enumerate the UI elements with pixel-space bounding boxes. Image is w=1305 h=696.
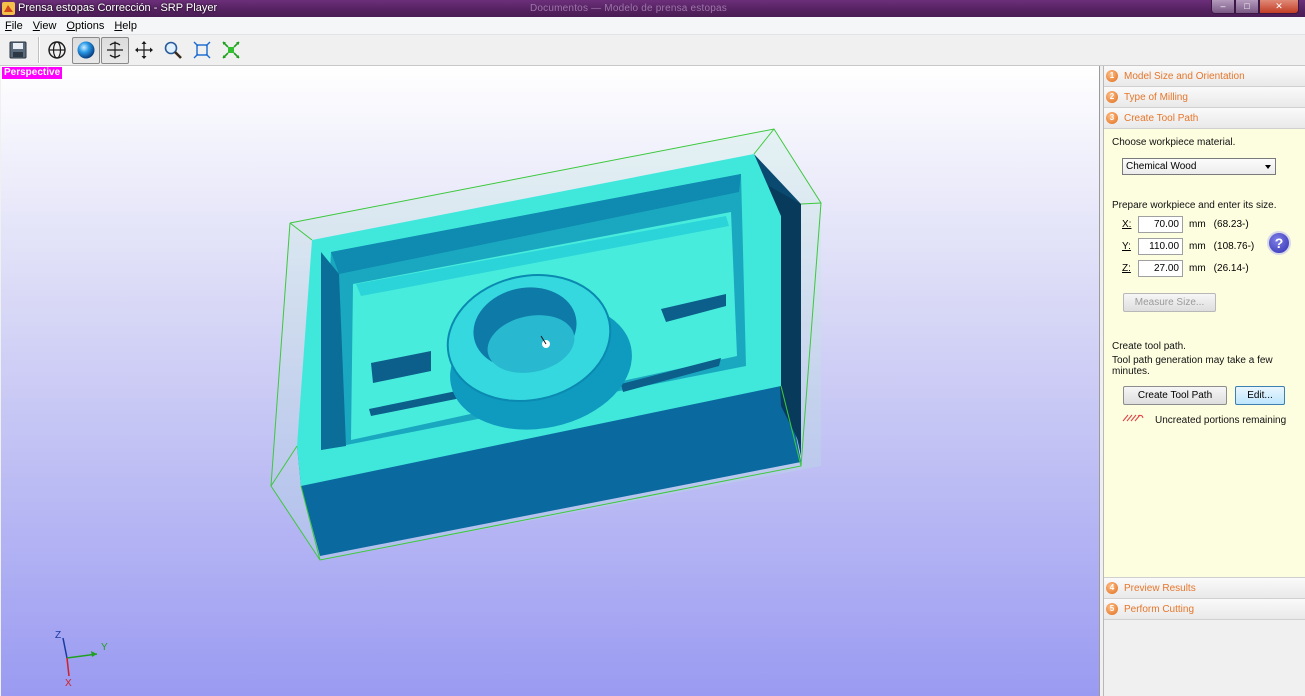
triad-z-label: Z <box>55 630 61 641</box>
axis-label: X: <box>1122 218 1132 230</box>
size-row-z: Z: 27.00 mm (26.14-) <box>1122 259 1249 277</box>
fit-icon <box>193 41 211 59</box>
size-prompt: Prepare workpiece and enter its size. <box>1112 200 1277 211</box>
step-preview-results[interactable]: 4 Preview Results <box>1104 578 1305 599</box>
step-label: Type of Milling <box>1124 91 1188 103</box>
help-icon[interactable]: ? <box>1267 231 1291 255</box>
legend-text: Uncreated portions remaining <box>1155 415 1287 426</box>
step-type-of-milling[interactable]: 2 Type of Milling <box>1104 87 1305 108</box>
step-number-badge: 4 <box>1106 582 1118 594</box>
triad-y-label: Y <box>101 642 108 653</box>
pan-icon <box>135 41 153 59</box>
size-y-input[interactable]: 110.00 <box>1138 237 1183 255</box>
window-ghost-title: Documentos — Modelo de prensa estopas <box>530 3 727 14</box>
menu-view[interactable]: View <box>32 20 58 32</box>
toolbar-separator <box>38 37 40 63</box>
step-number-badge: 3 <box>1106 112 1118 124</box>
toolbar <box>0 35 1305 66</box>
save-icon <box>9 41 27 59</box>
zoom-extents-icon <box>222 41 240 59</box>
rotate-button[interactable] <box>101 36 129 64</box>
axis-label: Y: <box>1122 240 1131 252</box>
size-range: (26.14-) <box>1213 262 1249 274</box>
workflow-panel: 1 Model Size and Orientation 2 Type of M… <box>1103 66 1305 696</box>
material-value: Chemical Wood <box>1126 161 1197 172</box>
size-range: (108.76-) <box>1213 240 1255 252</box>
step-create-tool-path[interactable]: 3 Create Tool Path <box>1104 108 1305 129</box>
uncreated-portions-icon <box>1122 414 1144 422</box>
window-title: Prensa estopas Corrección - SRP Player <box>18 2 218 14</box>
size-range: (68.23-) <box>1213 218 1249 230</box>
unit-label: mm <box>1189 262 1206 274</box>
unit-label: mm <box>1189 218 1206 230</box>
app-icon <box>2 2 15 15</box>
step-label: Create Tool Path <box>1124 112 1199 124</box>
measure-size-button[interactable]: Measure Size... <box>1123 293 1216 312</box>
material-dropdown[interactable]: Chemical Wood <box>1122 158 1276 175</box>
model-render <box>270 128 822 561</box>
size-z-input[interactable]: 27.00 <box>1138 259 1183 277</box>
material-prompt: Choose workpiece material. <box>1112 137 1236 148</box>
tool-path-heading: Create tool path. <box>1112 341 1186 352</box>
close-button[interactable]: ✕ <box>1259 0 1299 14</box>
create-tool-path-button[interactable]: Create Tool Path <box>1123 386 1227 405</box>
zoom-button[interactable] <box>159 37 187 64</box>
sphere-render-icon <box>77 41 95 59</box>
zoom-icon <box>164 41 182 59</box>
zoom-extents-button[interactable] <box>217 37 245 64</box>
step-model-size[interactable]: 1 Model Size and Orientation <box>1104 66 1305 87</box>
size-row-x: X: 70.00 mm (68.23-) <box>1122 215 1249 233</box>
fit-view-button[interactable] <box>188 37 216 64</box>
shaded-render-button[interactable] <box>72 36 100 64</box>
step-number-badge: 5 <box>1106 603 1118 615</box>
save-button[interactable] <box>4 37 32 64</box>
chevron-down-icon <box>1265 165 1271 169</box>
size-row-y: Y: 110.00 mm (108.76-) <box>1122 237 1254 255</box>
globe-icon <box>48 41 66 59</box>
menu-bar: File View Options Help <box>0 17 1305 35</box>
3d-viewport[interactable]: Perspective Z Y X <box>1 66 1100 696</box>
axis-triad: Z Y X <box>55 630 108 689</box>
menu-help[interactable]: Help <box>113 20 138 32</box>
globe-button[interactable] <box>43 37 71 64</box>
unit-label: mm <box>1189 240 1206 252</box>
step-label: Perform Cutting <box>1124 603 1195 615</box>
edit-button[interactable]: Edit... <box>1235 386 1285 405</box>
axis-label: Z: <box>1122 262 1131 274</box>
step-label: Preview Results <box>1124 582 1196 594</box>
menu-file[interactable]: File <box>4 20 24 32</box>
tool-path-note: Tool path generation may take a few minu… <box>1112 355 1273 377</box>
triad-x-label: X <box>65 678 72 689</box>
size-x-input[interactable]: 70.00 <box>1138 215 1183 233</box>
step-number-badge: 1 <box>1106 70 1118 82</box>
pan-button[interactable] <box>130 37 158 64</box>
rotate-icon <box>107 41 123 59</box>
minimize-button[interactable]: – <box>1211 0 1235 14</box>
maximize-button[interactable]: □ <box>1235 0 1259 14</box>
menu-options[interactable]: Options <box>65 20 105 32</box>
title-bar: Prensa estopas Corrección - SRP Player D… <box>0 0 1305 17</box>
step-perform-cutting[interactable]: 5 Perform Cutting <box>1104 599 1305 620</box>
step-number-badge: 2 <box>1106 91 1118 103</box>
step-label: Model Size and Orientation <box>1124 70 1245 82</box>
create-tool-path-body: Choose workpiece material. Chemical Wood… <box>1104 129 1305 578</box>
